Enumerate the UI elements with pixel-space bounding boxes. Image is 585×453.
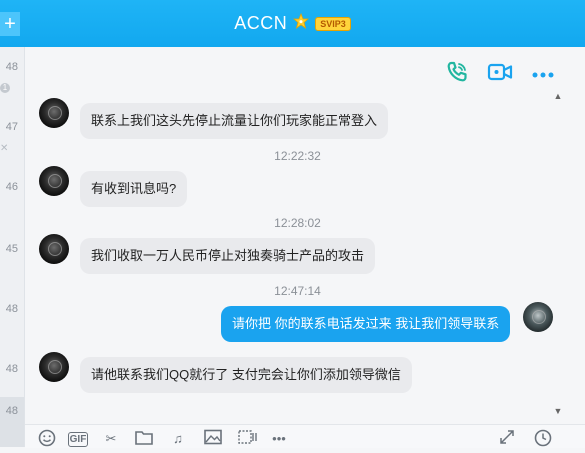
contact-time: 47: [5, 121, 18, 133]
chat-actions: [445, 60, 555, 89]
video-icon[interactable]: [487, 62, 513, 87]
more-tools-icon[interactable]: •••: [269, 429, 289, 449]
contact-time: 48: [5, 61, 18, 73]
message-bubble[interactable]: 请他联系我们QQ就行了 支付完会让你们添加领导微信: [80, 357, 412, 393]
emoji-icon[interactable]: [37, 429, 57, 449]
phone-icon[interactable]: [445, 60, 469, 89]
selected-contact[interactable]: 48: [0, 397, 24, 447]
avatar[interactable]: [39, 352, 69, 382]
avatar[interactable]: [39, 234, 69, 264]
contact-time: 48: [5, 363, 18, 375]
message-list: 联系上我们这头先停止流量让你们玩家能正常登入 12:22:32 有收到讯息吗? …: [25, 88, 570, 420]
more-icon[interactable]: [531, 66, 555, 84]
contact-time: 48: [5, 405, 18, 417]
vip-badge: SVIP3: [315, 16, 351, 31]
contact-list-edge: 48 1 47 ✕ 46 45 48 48 48: [0, 47, 25, 447]
screenshot-icon[interactable]: [237, 429, 257, 449]
timestamp: 12:22:32: [274, 149, 321, 163]
folder-icon[interactable]: [134, 429, 154, 449]
avatar[interactable]: [523, 302, 553, 332]
chat-title[interactable]: ACCN: [234, 13, 287, 34]
input-toolbar: GIF ✂ ♫ •••: [25, 424, 585, 448]
star-icon: [293, 12, 310, 34]
message-bubble[interactable]: 我们收取一万人民币停止对独奏骑士产品的攻击: [80, 238, 376, 274]
gif-icon[interactable]: GIF: [68, 432, 88, 447]
avatar[interactable]: [39, 166, 69, 196]
unread-badge: 1: [0, 83, 10, 93]
message-bubble[interactable]: 联系上我们这头先停止流量让你们玩家能正常登入: [80, 103, 389, 139]
chat-header: + ACCN SVIP3: [0, 0, 585, 47]
timestamp: 12:28:02: [274, 216, 321, 230]
contact-time: 48: [5, 303, 18, 315]
timestamp: 12:47:14: [274, 284, 321, 298]
scroll-down-icon[interactable]: ▼: [552, 407, 564, 416]
message-bubble[interactable]: 有收到讯息吗?: [80, 171, 188, 207]
expand-icon[interactable]: [497, 429, 517, 449]
title-area: ACCN SVIP3: [0, 0, 585, 47]
chat-scrollbar[interactable]: ▲ ▼: [552, 92, 564, 416]
contact-time: 46: [5, 181, 18, 193]
scissors-icon[interactable]: ✂: [101, 429, 121, 449]
image-icon[interactable]: [203, 429, 223, 449]
history-icon[interactable]: [533, 429, 553, 449]
music-icon[interactable]: ♫: [168, 429, 188, 449]
scroll-up-icon[interactable]: ▲: [552, 92, 564, 101]
muted-icon: ✕: [0, 143, 9, 154]
avatar[interactable]: [39, 98, 69, 128]
message-bubble-mine[interactable]: 请你把 你的联系电话发过来 我让我们领导联系: [221, 306, 511, 342]
contact-time: 45: [5, 243, 18, 255]
